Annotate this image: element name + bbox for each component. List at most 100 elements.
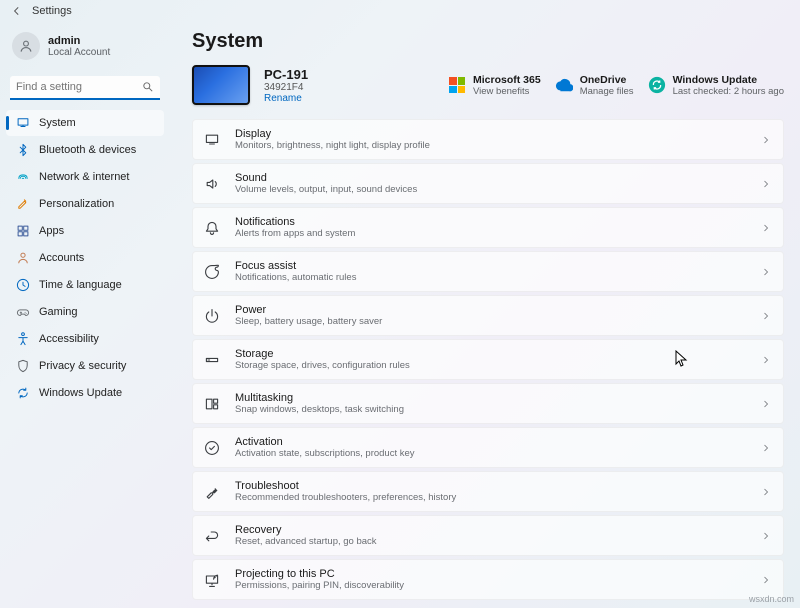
hero-title: OneDrive — [580, 74, 634, 86]
chevron-right-icon — [761, 399, 771, 409]
nav-item-time[interactable]: Time & language — [6, 272, 164, 298]
row-display[interactable]: Display Monitors, brightness, night ligh… — [192, 119, 784, 160]
row-notifications[interactable]: Notifications Alerts from apps and syste… — [192, 207, 784, 248]
nav-item-accounts[interactable]: Accounts — [6, 245, 164, 271]
storage-icon — [204, 352, 220, 368]
ms365-icon — [448, 76, 466, 94]
focus-icon — [204, 264, 220, 280]
nav-label: System — [39, 117, 76, 129]
row-multitasking[interactable]: Multitasking Snap windows, desktops, tas… — [192, 383, 784, 424]
search-icon — [142, 81, 154, 93]
chevron-right-icon — [761, 355, 771, 365]
row-activation[interactable]: Activation Activation state, subscriptio… — [192, 427, 784, 468]
chevron-right-icon — [761, 223, 771, 233]
chevron-right-icon — [761, 135, 771, 145]
user-name: admin — [48, 35, 110, 47]
recovery-icon — [204, 528, 220, 544]
user-sub: Local Account — [48, 47, 110, 58]
row-troubleshoot[interactable]: Troubleshoot Recommended troubleshooters… — [192, 471, 784, 512]
hero: PC-191 34921F4 Rename Microsoft 365 View… — [192, 65, 784, 105]
nav-label: Apps — [39, 225, 64, 237]
row-sub: Notifications, automatic rules — [235, 272, 747, 283]
chevron-right-icon — [761, 311, 771, 321]
nav-item-gaming[interactable]: Gaming — [6, 299, 164, 325]
row-sub: Permissions, pairing PIN, discoverabilit… — [235, 580, 747, 591]
nav-item-privacy[interactable]: Privacy & security — [6, 353, 164, 379]
system-icon — [16, 116, 30, 130]
apps-icon — [16, 224, 30, 238]
nav-label: Time & language — [39, 279, 122, 291]
nav-item-bluetooth[interactable]: Bluetooth & devices — [6, 137, 164, 163]
row-sound[interactable]: Sound Volume levels, output, input, soun… — [192, 163, 784, 204]
bluetooth-icon — [16, 143, 30, 157]
row-sub: Sleep, battery usage, battery saver — [235, 316, 747, 327]
row-sub: Volume levels, output, input, sound devi… — [235, 184, 747, 195]
row-focus[interactable]: Focus assist Notifications, automatic ru… — [192, 251, 784, 292]
row-sub: Reset, advanced startup, go back — [235, 536, 747, 547]
row-sub: Monitors, brightness, night light, displ… — [235, 140, 747, 151]
nav-item-network[interactable]: Network & internet — [6, 164, 164, 190]
nav: System Bluetooth & devicesNetwork & inter… — [6, 110, 164, 406]
nav-item-system[interactable]: System — [6, 110, 164, 136]
person-icon — [18, 38, 34, 54]
device-name: PC-191 — [264, 67, 308, 82]
search-wrap — [10, 76, 160, 100]
chevron-right-icon — [761, 575, 771, 585]
row-title: Activation — [235, 436, 747, 448]
row-title: Sound — [235, 172, 747, 184]
accessibility-icon — [16, 332, 30, 346]
winupdate-icon — [648, 76, 666, 94]
row-sub: Alerts from apps and system — [235, 228, 747, 239]
search-input[interactable] — [10, 76, 160, 100]
nav-label: Privacy & security — [39, 360, 126, 372]
row-title: Troubleshoot — [235, 480, 747, 492]
display-icon — [204, 132, 220, 148]
hero-ms365[interactable]: Microsoft 365 View benefits — [448, 74, 541, 97]
nav-item-update[interactable]: Windows Update — [6, 380, 164, 406]
activation-icon — [204, 440, 220, 456]
row-title: Projecting to this PC — [235, 568, 747, 580]
row-recovery[interactable]: Recovery Reset, advanced startup, go bac… — [192, 515, 784, 556]
projecting-icon — [204, 572, 220, 588]
titlebar: Settings — [0, 0, 800, 22]
row-title: Power — [235, 304, 747, 316]
nav-label: Accounts — [39, 252, 84, 264]
row-power[interactable]: Power Sleep, battery usage, battery save… — [192, 295, 784, 336]
hero-title: Windows Update — [673, 74, 784, 86]
sidebar: admin Local Account System Bluetooth & de… — [0, 22, 170, 608]
nav-item-apps[interactable]: Apps — [6, 218, 164, 244]
notifications-icon — [204, 220, 220, 236]
nav-label: Gaming — [39, 306, 78, 318]
hero-sub: Last checked: 2 hours ago — [673, 86, 784, 97]
hero-winupdate[interactable]: Windows Update Last checked: 2 hours ago — [648, 74, 784, 97]
row-title: Notifications — [235, 216, 747, 228]
onedrive-icon — [555, 76, 573, 94]
nav-item-accessibility[interactable]: Accessibility — [6, 326, 164, 352]
multitasking-icon — [204, 396, 220, 412]
rename-link[interactable]: Rename — [264, 93, 308, 104]
chevron-right-icon — [761, 443, 771, 453]
row-title: Focus assist — [235, 260, 747, 272]
update-icon — [16, 386, 30, 400]
row-projecting[interactable]: Projecting to this PC Permissions, pairi… — [192, 559, 784, 600]
nav-label: Windows Update — [39, 387, 122, 399]
nav-item-personalization[interactable]: Personalization — [6, 191, 164, 217]
hero-title: Microsoft 365 — [473, 74, 541, 86]
nav-label: Personalization — [39, 198, 114, 210]
chevron-right-icon — [761, 179, 771, 189]
hero-onedrive[interactable]: OneDrive Manage files — [555, 74, 634, 97]
time-icon — [16, 278, 30, 292]
network-icon — [16, 170, 30, 184]
arrow-left-icon — [11, 5, 23, 17]
row-sub: Activation state, subscriptions, product… — [235, 448, 747, 459]
back-button[interactable] — [10, 4, 24, 18]
device-model: 34921F4 — [264, 82, 308, 93]
row-sub: Storage space, drives, configuration rul… — [235, 360, 747, 371]
nav-label: Accessibility — [39, 333, 99, 345]
row-sub: Recommended troubleshooters, preferences… — [235, 492, 747, 503]
user-block[interactable]: admin Local Account — [6, 26, 164, 72]
chevron-right-icon — [761, 531, 771, 541]
row-storage[interactable]: Storage Storage space, drives, configura… — [192, 339, 784, 380]
watermark: wsxdn.com — [749, 594, 794, 604]
troubleshoot-icon — [204, 484, 220, 500]
